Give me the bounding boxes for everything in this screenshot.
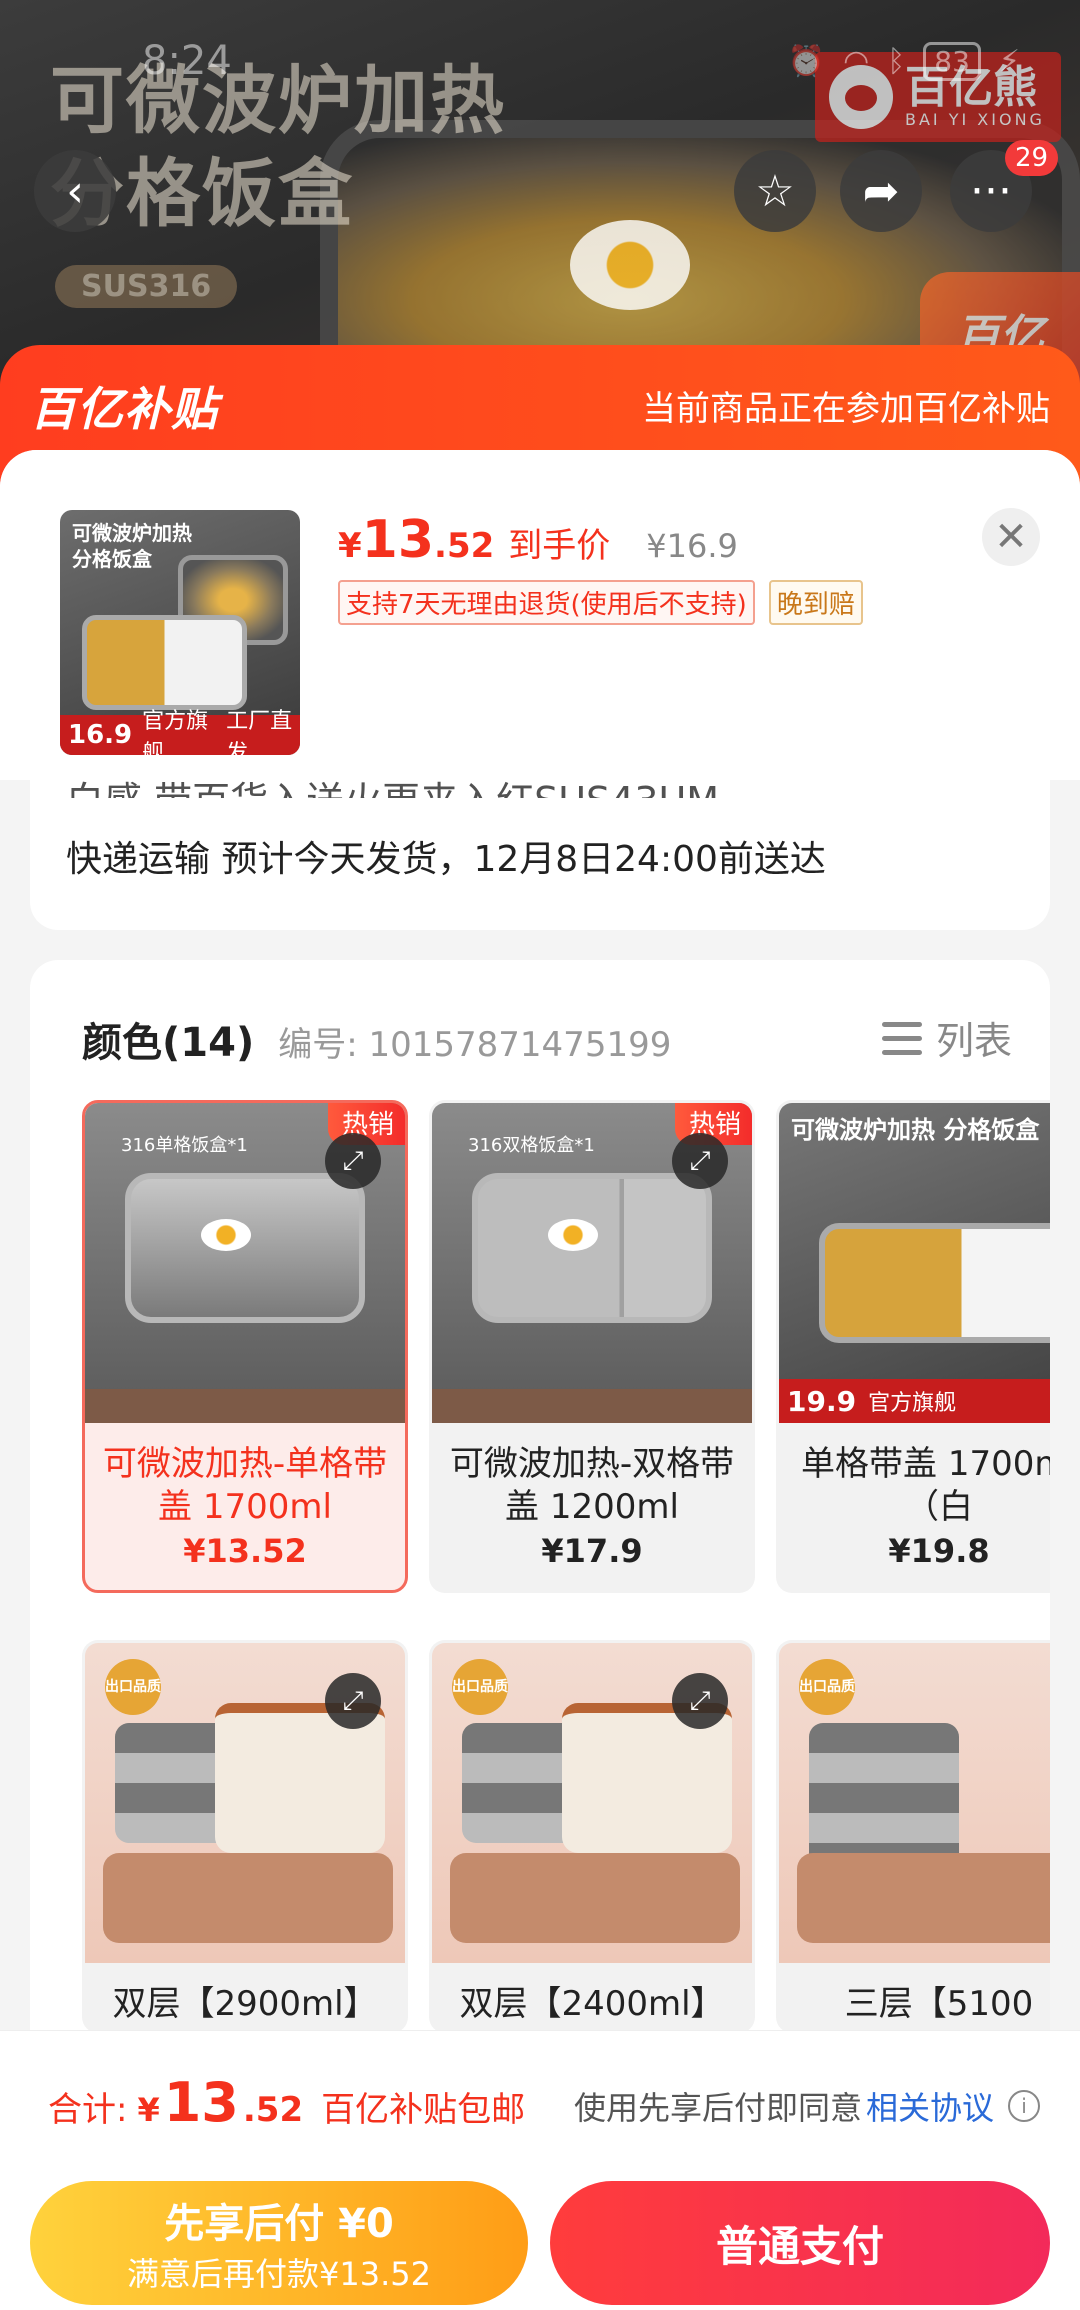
service-tags: 支持7天无理由退货(使用后不支持) 晚到赔: [338, 580, 863, 625]
option-image: 出口品质 ⤢: [432, 1643, 752, 1963]
charging-icon: ⚡: [998, 44, 1020, 79]
product-code: 编号: 10157871475199: [278, 1025, 672, 1065]
banner-egg-image: [570, 220, 690, 310]
option-price: ¥13.52: [183, 1532, 307, 1570]
product-summary: 可微波炉加热 分格饭盒 16.9 官方旗舰 工厂直发 ¥13.52 到手价 ¥1…: [0, 450, 1080, 780]
thumb-meal-image: [82, 615, 247, 710]
star-icon: ☆: [755, 165, 795, 217]
color-options-card: 颜色(14) 编号: 10157871475199 列表 热销 316单格饭盒*…: [30, 960, 1050, 2110]
chevron-left-icon: ‹: [66, 165, 84, 217]
expand-icon[interactable]: ⤢: [325, 1133, 381, 1189]
status-bar: 8:24 ⏰ ◠ ᛒ 83 ⚡: [0, 38, 1080, 88]
scrolled-title-fragment: 白感 带百货入送火更来入红SUS43UM: [66, 770, 719, 798]
color-option-card[interactable]: 热销 316双格饭盒*1 ⤢ 可微波加热-双格带盖 1200ml ¥17.9: [429, 1100, 755, 1593]
delivery-estimate: 快递运输 预计今天发货，12月8日24:00前送达: [66, 839, 826, 880]
list-icon: [881, 1018, 922, 1058]
color-option-card[interactable]: 出口品质 ⤢ 双层【2400ml】: [429, 1640, 755, 2033]
alarm-icon: ⏰: [787, 44, 826, 79]
favorite-button[interactable]: ☆: [734, 150, 816, 232]
color-option-card[interactable]: 可微波炉加热 分格饭盒 19.9 官方旗舰 单格带盖 1700ml（白 ¥19.8: [776, 1100, 1050, 1593]
bluetooth-icon: ᛒ: [887, 44, 906, 79]
color-section-title: 颜色(14): [82, 1020, 255, 1066]
subsidy-notice: 当前商品正在参加百亿补贴: [642, 389, 1050, 429]
wifi-icon: ◠: [843, 44, 870, 79]
price-line: ¥13.52 到手价 ¥16.9: [338, 510, 738, 570]
option-image: 可微波炉加热 分格饭盒 19.9 官方旗舰: [779, 1103, 1050, 1423]
share-icon: ➦: [862, 165, 900, 217]
list-view-toggle[interactable]: 列表: [881, 1010, 1012, 1065]
pay-later-button[interactable]: 先享后付 ¥0 满意后再付款¥13.52: [30, 2181, 528, 2305]
option-name: 双层【2400ml】: [459, 1984, 725, 2024]
option-name: 三层【5100: [844, 1984, 1034, 2024]
option-image: 316单格饭盒*1 ⤢: [85, 1103, 405, 1423]
option-name: 单格带盖 1700ml（白: [801, 1444, 1050, 1527]
option-name: 双层【2900ml】: [112, 1984, 378, 2024]
total-price: 合计: ¥13.52 百亿补贴包邮: [48, 2071, 526, 2134]
color-option-card[interactable]: 热销 316单格饭盒*1 ⤢ 可微波加热-单格带盖 1700ml ¥13.52: [82, 1100, 408, 1593]
agreement-link[interactable]: 相关协议: [866, 2083, 994, 2129]
checkout-bar: 合计: ¥13.52 百亿补贴包邮 使用先享后付即同意 相关协议 i 先享后付 …: [0, 2030, 1080, 2310]
free-shipping-label: 百亿补贴包邮: [321, 2090, 526, 2130]
option-image: 出口品质: [779, 1643, 1050, 1963]
subsidy-logo: 百亿补贴: [30, 382, 218, 436]
late-compensation-tag: 晚到赔: [768, 580, 863, 625]
thumb-title-line1: 可微波炉加热: [72, 521, 192, 545]
thumb-price-strip: 16.9 官方旗舰 工厂直发: [60, 709, 300, 755]
agreement-notice: 使用先享后付即同意 相关协议 i: [574, 2083, 1040, 2129]
close-icon: ✕: [994, 514, 1028, 560]
share-button[interactable]: ➦: [840, 150, 922, 232]
expand-icon[interactable]: ⤢: [672, 1673, 728, 1729]
list-view-label: 列表: [935, 1019, 1012, 1063]
option-image: 出口品质 ⤢: [85, 1643, 405, 1963]
banner-material-badge: SUS316: [55, 265, 238, 308]
option-image: 316双格饭盒*1 ⤢: [432, 1103, 752, 1423]
expand-icon[interactable]: ⤢: [325, 1673, 381, 1729]
original-price: ¥16.9: [646, 527, 738, 565]
status-time: 8:24: [142, 38, 232, 84]
thumb-title-line2: 分格饭盒: [72, 547, 152, 571]
export-quality-medal: 出口品质: [452, 1659, 508, 1715]
final-price-label: 到手价: [508, 526, 611, 566]
normal-pay-button[interactable]: 普通支付: [550, 2181, 1050, 2305]
more-dots-icon: ···: [970, 165, 1012, 217]
option-price: ¥19.8: [888, 1532, 990, 1570]
export-quality-medal: 出口品质: [799, 1659, 855, 1715]
export-quality-medal: 出口品质: [105, 1659, 161, 1715]
product-thumbnail[interactable]: 可微波炉加热 分格饭盒 16.9 官方旗舰 工厂直发: [60, 510, 300, 755]
info-icon[interactable]: i: [1008, 2090, 1040, 2122]
color-option-card[interactable]: 出口品质 ⤢ 双层【2900ml】: [82, 1640, 408, 2033]
option-name: 可微波加热-双格带盖 1200ml: [449, 1444, 735, 1527]
back-button[interactable]: ‹: [34, 150, 116, 232]
option-price: ¥17.9: [541, 1532, 643, 1570]
expand-icon[interactable]: ⤢: [672, 1133, 728, 1189]
battery-icon: 83: [923, 42, 981, 81]
delivery-card: 白感 带百货入送火更来入红SUS43UM 快递运输 预计今天发货，12月8日24…: [30, 779, 1050, 930]
close-button[interactable]: ✕: [982, 508, 1040, 566]
option-name: 可微波加热-单格带盖 1700ml: [102, 1444, 388, 1527]
return-policy-tag: 支持7天无理由退货(使用后不支持): [338, 580, 755, 625]
final-price: ¥13.52: [338, 510, 495, 570]
message-count-badge: 29: [1005, 140, 1059, 176]
color-option-card[interactable]: 出口品质 三层【5100: [776, 1640, 1050, 2033]
